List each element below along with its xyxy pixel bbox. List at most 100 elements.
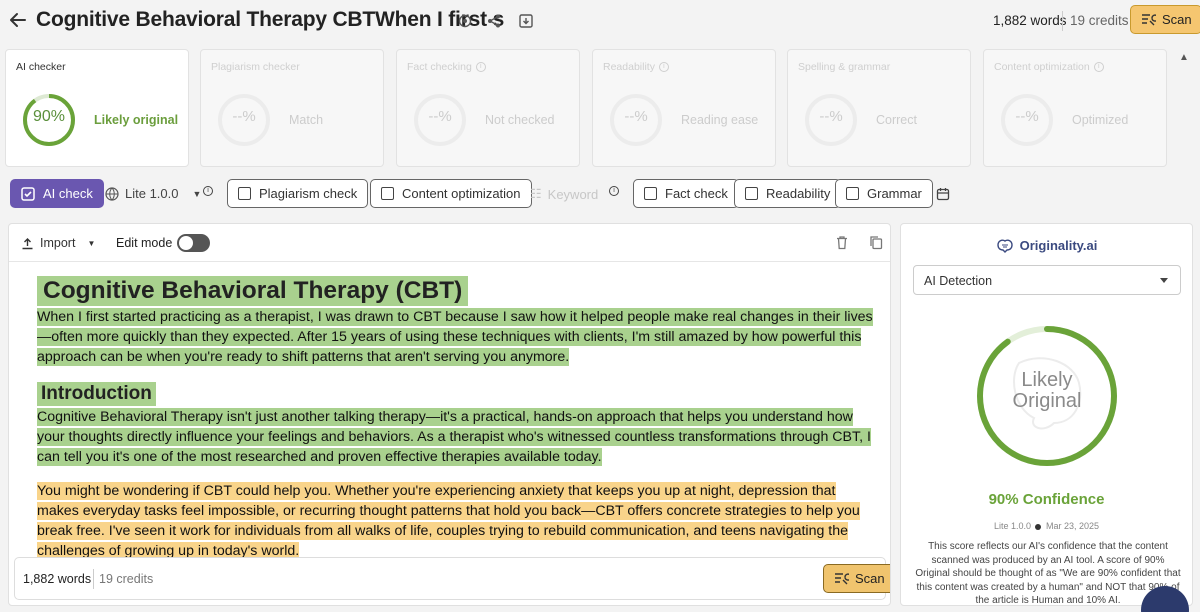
card-readability[interactable]: Readability i --% Reading ease <box>592 49 776 167</box>
word-count: 1,882 words <box>23 572 92 586</box>
detection-mode-select[interactable]: AI Detection <box>913 265 1181 295</box>
card-percent: --% <box>428 108 452 125</box>
card-percent: --% <box>1015 108 1039 125</box>
card-status: Reading ease <box>681 113 759 127</box>
scan-label: Scan <box>855 571 885 586</box>
copy-icon[interactable] <box>869 235 883 250</box>
grammar-label: Grammar <box>867 186 922 201</box>
ai-check-label: AI check <box>43 186 93 201</box>
brand-name: Originality.ai <box>1019 238 1098 253</box>
card-percent: --% <box>232 108 256 125</box>
fact-check-button[interactable]: Fact check <box>633 179 739 208</box>
checkbox-icon <box>381 187 394 200</box>
divider <box>93 569 94 589</box>
credit-count: 19 credits <box>1070 13 1129 28</box>
card-status: Optimized <box>1072 113 1129 127</box>
card-content-optimization[interactable]: Content optimization i --% Optimized <box>983 49 1167 167</box>
scroll-up-icon[interactable]: ▲ <box>1179 52 1189 63</box>
back-arrow-icon[interactable] <box>8 10 28 30</box>
info-icon[interactable]: i <box>609 186 619 196</box>
results-panel: Originality.ai AI Detection Likely Origi… <box>900 223 1193 606</box>
card-title: Spelling & grammar <box>798 61 891 73</box>
content-optimization-label: Content optimization <box>402 186 521 201</box>
checkbox-icon <box>644 187 657 200</box>
editor-footer: 1,882 words 19 credits Scan <box>14 557 890 600</box>
plagiarism-check-button[interactable]: Plagiarism check <box>227 179 369 208</box>
edit-mode-label: Edit mode <box>116 236 173 250</box>
calendar-icon[interactable] <box>936 187 950 201</box>
info-icon: i <box>475 62 486 72</box>
card-ai-checker[interactable]: AI checker 90% Likely original <box>5 49 189 167</box>
info-icon: i <box>1093 62 1104 72</box>
card-title: Readability i <box>603 61 669 73</box>
checkbox-icon <box>745 187 758 200</box>
card-percent: 90% <box>32 108 66 125</box>
ai-check-button[interactable]: AI check <box>10 179 104 208</box>
chevron-down-icon <box>1160 278 1168 283</box>
header: Cognitive Behavioral Therapy CBTWhen I f… <box>0 0 1200 42</box>
ring-label-line-1: Likely <box>1021 369 1073 391</box>
editor-panel: Import ▼ Edit mode Cognitive Behavioral … <box>8 223 891 606</box>
keyword-button[interactable]: ☷ Keyword <box>530 186 598 202</box>
document-title: Cognitive Behavioral Therapy CBTWhen I f… <box>36 8 505 31</box>
card-percent: --% <box>624 108 648 125</box>
chevron-down-icon: ▼ <box>87 238 96 248</box>
score-explanation: This score reflects our AI's confidence … <box>915 541 1181 606</box>
paragraph-2: Cognitive Behavioral Therapy isn't just … <box>37 408 871 466</box>
info-icon: i <box>658 62 669 72</box>
card-title: Plagiarism checker <box>211 61 300 73</box>
readability-button[interactable]: Readability <box>734 179 842 208</box>
card-fact-checking[interactable]: Fact checking i --% Not checked <box>396 49 580 167</box>
scan-date: Mar 23, 2025 <box>1046 521 1100 531</box>
ring-label-line-2: Original <box>1012 390 1082 412</box>
globe-icon <box>105 186 119 201</box>
select-value: AI Detection <box>924 274 993 288</box>
paragraph-3: You might be wondering if CBT could help… <box>37 482 860 560</box>
download-icon[interactable] <box>518 13 534 29</box>
info-icon[interactable]: i <box>203 186 213 196</box>
content-optimization-button[interactable]: Content optimization <box>370 179 532 208</box>
edit-mode-toggle[interactable] <box>177 234 210 252</box>
checkbox-icon <box>238 187 251 200</box>
readability-label: Readability <box>766 186 831 201</box>
model-select[interactable]: Lite 1.0.0 ▼ <box>105 186 201 201</box>
card-plagiarism-checker[interactable]: Plagiarism checker --% Match <box>200 49 384 167</box>
scan-button[interactable]: Scan <box>1130 5 1200 34</box>
card-status: Match <box>289 113 324 127</box>
toolbar: AI check Lite 1.0.0 ▼ i Plagiarism check… <box>0 176 1200 210</box>
card-title: Content optimization i <box>994 61 1104 73</box>
card-status: Correct <box>876 113 917 127</box>
divider <box>1062 11 1063 31</box>
checkbox-icon <box>846 187 859 200</box>
card-status: Not checked <box>485 113 555 127</box>
trash-icon[interactable] <box>835 235 849 250</box>
brain-icon <box>996 239 1013 253</box>
scan-icon <box>835 572 849 584</box>
document-content[interactable]: Cognitive Behavioral Therapy (CBT) When … <box>37 276 877 561</box>
upload-icon <box>22 237 33 249</box>
fact-check-label: Fact check <box>665 186 728 201</box>
settings-icon[interactable] <box>457 13 473 29</box>
card-title: AI checker <box>16 61 66 73</box>
model-version: Lite 1.0.0 <box>993 521 1031 531</box>
share-icon[interactable] <box>486 13 502 29</box>
footer-scan-button[interactable]: Scan <box>823 564 890 593</box>
card-spelling-grammar[interactable]: Spelling & grammar --% Correct <box>787 49 971 167</box>
heading-2: Introduction <box>37 382 156 406</box>
scan-icon <box>1142 13 1156 25</box>
card-title: Fact checking i <box>407 61 486 73</box>
import-label: Import <box>40 236 76 250</box>
chevron-down-icon: ▼ <box>192 188 202 199</box>
import-button[interactable]: Import ▼ <box>21 236 95 250</box>
grammar-button[interactable]: Grammar <box>835 179 933 208</box>
word-count: 1,882 words <box>993 13 1067 28</box>
scan-label: Scan <box>1162 12 1192 27</box>
ring-label: Likely Original <box>974 370 1120 412</box>
paragraph-1: When I first started practicing as a the… <box>37 308 873 366</box>
model-label: Lite 1.0.0 <box>125 186 179 201</box>
scan-meta: Lite 1.0.0 Mar 23, 2025 <box>901 521 1192 531</box>
editor-toolbar: Import ▼ Edit mode <box>9 224 890 262</box>
checkbox-checked-icon <box>21 186 35 201</box>
confidence-score: 90% Confidence <box>988 491 1105 508</box>
card-percent: --% <box>819 108 843 125</box>
